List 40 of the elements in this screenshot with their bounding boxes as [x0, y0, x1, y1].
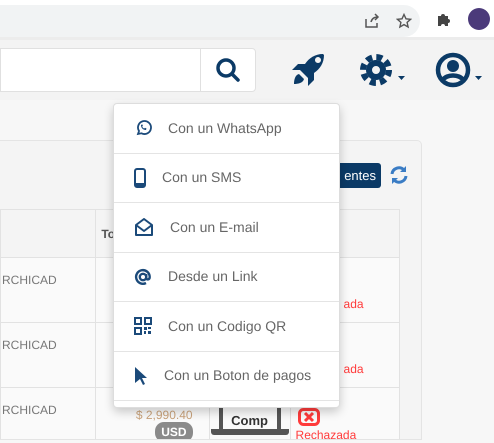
menu-item[interactable]: Con un SMS — [114, 154, 339, 203]
table-cell-text: RCHICAD — [2, 272, 57, 289]
settings-icon[interactable] — [358, 52, 394, 88]
status-text: Rechazada — [296, 428, 356, 439]
search-field[interactable] — [0, 48, 200, 92]
caret-icon[interactable] — [398, 76, 405, 80]
rocket-icon[interactable] — [290, 52, 326, 88]
caret-icon[interactable] — [475, 76, 482, 80]
menu-item[interactable]: Con un Boton de pagos — [114, 352, 339, 401]
at-sign-icon — [134, 268, 152, 286]
menu-item-label: Con un SMS — [162, 168, 242, 188]
menu-item-label: Con un E-mail — [170, 218, 259, 237]
amount-text: $ 2,990.40 — [134, 408, 193, 422]
envelope-icon — [134, 218, 154, 236]
rejected-icon — [298, 408, 320, 426]
star-icon[interactable] — [396, 13, 412, 29]
search-icon — [215, 57, 241, 83]
search-button[interactable] — [200, 48, 256, 92]
menu-item[interactable]: Con un E-mail — [114, 203, 339, 252]
status-text: ada — [344, 296, 364, 313]
menu-item-label: Desde un Link — [168, 267, 258, 286]
cursor-icon — [134, 366, 148, 386]
phone-icon — [134, 168, 146, 188]
avatar-icon[interactable] — [468, 8, 490, 30]
qr-code-icon — [134, 317, 152, 336]
currency-badge: USD — [155, 422, 193, 439]
menu-item[interactable]: Con un Codigo QR — [114, 302, 339, 352]
share-icon[interactable] — [364, 13, 380, 29]
menu-item[interactable]: Con un WhatsApp — [114, 104, 339, 154]
table-cell-text: RCHICAD — [2, 337, 57, 354]
table-cell-text: RCHICAD — [2, 402, 57, 419]
menu-item-label: Con un WhatsApp — [168, 118, 282, 138]
user-icon[interactable] — [435, 52, 471, 88]
chat-bubble-icon — [134, 119, 152, 138]
menu-item-label: Con un Boton de pagos — [164, 366, 312, 386]
refresh-icon[interactable] — [389, 165, 409, 185]
laptop-base-icon — [210, 429, 289, 435]
menu-item[interactable]: Desde un Link — [114, 252, 339, 302]
menu-item-label: Con un Codigo QR — [168, 316, 286, 336]
status-text: ada — [344, 361, 364, 378]
